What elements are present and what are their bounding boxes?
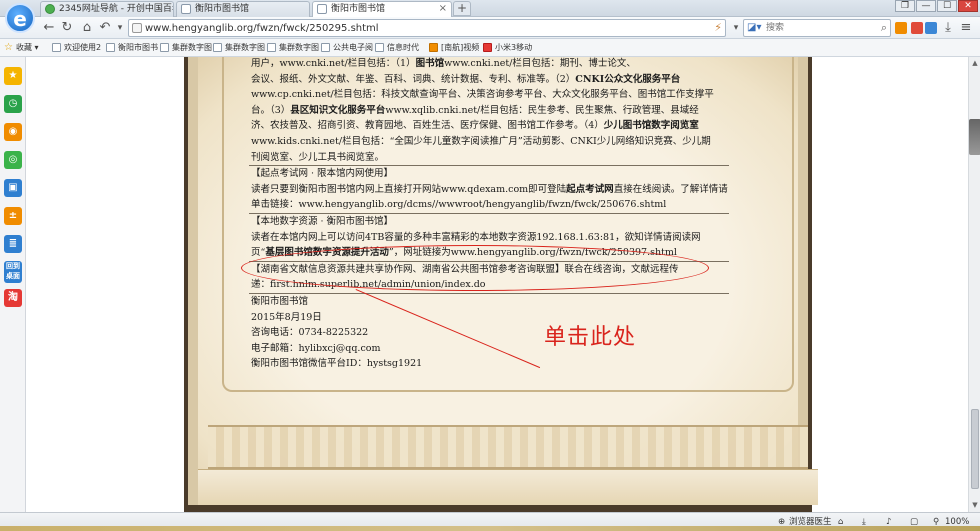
text-line: 刊阅览室、少儿工具书阅览室。 [251, 151, 385, 163]
signature-wechat: 衡阳市图书馆微信平台ID：hystsg1921 [251, 358, 423, 370]
bookmark-icon [375, 43, 384, 52]
search-box[interactable]: ◪▾ ⌕ [743, 19, 891, 37]
text-line: 读者在本馆内网上可以访问4TB容量的多种丰富精彩的本地数字资源192.168.1… [251, 231, 701, 243]
monitor-icon[interactable]: ▣ [4, 179, 22, 197]
left-sidebar: ★ ◷ ◉ ◎ ▣ ± ≣ 回到桌面 淘 [0, 57, 26, 512]
note-icon[interactable]: ≣ [4, 235, 22, 253]
bookmark-item[interactable]: 欢迎使用2 [52, 41, 101, 55]
bookmark-icon [52, 43, 61, 52]
bookmark-icon [106, 43, 115, 52]
tab-2345[interactable]: 2345网址导航 - 开创中国百年品 [40, 1, 174, 17]
scroll-up-icon[interactable]: ▲ [970, 58, 980, 68]
search-engine-icon[interactable]: ◪▾ [747, 22, 761, 33]
maximize-button[interactable]: ☐ [937, 0, 957, 12]
address-text: www.hengyanglib.org/fwzn/fwck/250295.sht… [145, 23, 379, 34]
refresh-icon[interactable]: ↻ [59, 20, 75, 36]
2345-favicon-icon [45, 4, 55, 14]
tab-strip: 2345网址导航 - 开创中国百年品 衡阳市图书馆 衡阳市图书馆 × + ❐ —… [0, 0, 980, 17]
lightning-icon[interactable]: ⚡ [714, 21, 722, 34]
tab-label: 2345网址导航 - 开创中国百年品 [59, 4, 173, 14]
text-line: 济、农技普及、招商引资、教育园地、百姓生活、医疗保健、图书馆工作参考。（4）少儿… [251, 120, 699, 132]
mi-icon [483, 43, 492, 52]
download-icon[interactable]: ⤓ [940, 20, 956, 36]
article-content: 用户，www.cnki.net/栏目包括：（1）图书馆www.cnki.net/… [249, 57, 729, 372]
section-heading: 【本地数字资源 · 衡阳市图书馆】 [251, 215, 394, 227]
frame-base [198, 469, 818, 505]
scroll-thumb[interactable] [971, 409, 979, 489]
restore-icon[interactable]: ❐ [895, 0, 915, 12]
qdexam-link[interactable]: 单击链接：www.hengyanglib.org/dcms//wwwroot/h… [251, 197, 726, 213]
tool-orange-icon[interactable] [895, 22, 907, 34]
tab-label: 衡阳市图书馆 [195, 4, 250, 14]
tool-blue-icon[interactable] [925, 22, 937, 34]
page-favicon-icon [181, 4, 191, 14]
bookmark-item[interactable]: 公共电子阅 [321, 41, 373, 55]
tab-hengyanglib-active[interactable]: 衡阳市图书馆 × [312, 1, 452, 17]
wechat-icon[interactable]: ◎ [4, 151, 22, 169]
close-tab-icon[interactable]: × [439, 2, 447, 16]
bookmark-icon [267, 43, 276, 52]
bookmarks-bar: ☆ 收藏 ▾ 欢迎使用2 衡阳市图书 集群数字图 集群数字图 集群数字图 公共电子… [0, 39, 980, 57]
minimize-button[interactable]: — [916, 0, 936, 12]
bookmark-icon [213, 43, 222, 52]
bookmark-item[interactable]: 小米3移动 [483, 41, 532, 55]
page-favicon-icon [317, 4, 327, 14]
search-icon[interactable]: ⌕ [881, 21, 887, 35]
text-line: 用户，www.cnki.net/栏目包括：（1）图书馆www.cnki.net/… [251, 58, 636, 69]
star-icon: ☆ [4, 42, 13, 53]
tab-hengyanglib-1[interactable]: 衡阳市图书馆 [176, 1, 310, 17]
os-taskbar [0, 526, 980, 531]
signature-phone: 咨询电话：0734-8225322 [251, 327, 369, 339]
text-line: www.cp.cnki.net/栏目包括：科技文献查询平台、决策咨询参考平台、大… [251, 89, 714, 101]
page-icon [132, 23, 142, 33]
bookmark-item[interactable]: 集群数字图 [267, 41, 319, 55]
home-icon[interactable]: ⌂ [79, 20, 95, 36]
section-heading: 【起点考试网 · 限本馆内网使用】 [251, 168, 394, 180]
address-bar[interactable]: www.hengyanglib.org/fwzn/fwck/250295.sht… [128, 19, 726, 37]
tab-label: 衡阳市图书馆 [331, 4, 386, 14]
clock-icon[interactable]: ◷ [4, 95, 22, 113]
nav-bar: ← ↻ ⌂ ↶ ▾ www.hengyanglib.org/fwzn/fwck/… [0, 17, 980, 39]
bookmark-favorites[interactable]: ☆ 收藏 ▾ [4, 41, 39, 55]
signature-date: 2015年8月19日 [251, 311, 322, 323]
bookmark-item[interactable]: 集群数字图 [213, 41, 265, 55]
tool-red-icon[interactable] [911, 22, 923, 34]
address-dropdown-icon[interactable]: ▾ [728, 20, 744, 36]
back-arrow-icon[interactable]: ← [41, 20, 57, 36]
weibo-icon[interactable]: ◉ [4, 123, 22, 141]
calculator-icon[interactable]: ± [4, 207, 22, 225]
vertical-scrollbar[interactable]: ▲ ▼ [968, 57, 980, 512]
annotation-ellipse [241, 245, 709, 291]
text-line: 会议、报纸、外文文献、年鉴、百科、词典、统计数据、专利、标准等。（2）CNKI公… [251, 73, 681, 85]
desktop-icon[interactable]: 回到桌面 [4, 261, 22, 283]
side-scroll-marker [969, 119, 980, 155]
video-icon [429, 43, 438, 52]
frame-ornament [208, 425, 808, 469]
text-line: www.kids.cnki.net/栏目包括：“全国少年儿童数字阅读推广月”活动… [251, 135, 711, 147]
bookmark-item[interactable]: [南航]视频 [429, 41, 479, 55]
close-window-button[interactable]: ✕ [958, 0, 978, 12]
page-viewport: 用户，www.cnki.net/栏目包括：（1）图书馆www.cnki.net/… [26, 57, 968, 512]
bookmark-icon [321, 43, 330, 52]
search-input[interactable] [766, 21, 870, 35]
taobao-icon[interactable]: 淘 [4, 289, 22, 307]
signature-email: 电子邮箱：hylibxcj@qq.com [251, 342, 381, 354]
star-icon[interactable]: ★ [4, 67, 22, 85]
new-tab-button[interactable]: + [453, 1, 471, 16]
annotation-text: 单击此处 [544, 325, 637, 350]
browser-logo-icon[interactable]: e [5, 3, 35, 33]
scroll-down-icon[interactable]: ▼ [970, 500, 980, 510]
menu-icon[interactable]: ≡ [958, 20, 974, 36]
bookmark-item[interactable]: 集群数字图 [160, 41, 212, 55]
text-line: 读者只要到衡阳市图书馆内网上直接打开网站www.qdexam.com即可登陆起点… [251, 183, 728, 195]
undo-icon[interactable]: ↶ [97, 20, 113, 36]
bookmark-icon [160, 43, 169, 52]
text-line: 台。（3）县区知识文化服务平台www.xqlib.cnki.net/栏目包括：民… [251, 104, 699, 116]
bookmark-item[interactable]: 信息时代 [375, 41, 419, 55]
bookmark-item[interactable]: 衡阳市图书 [106, 41, 158, 55]
dropdown-chevron-icon[interactable]: ▾ [112, 20, 128, 36]
signature-org: 衡阳市图书馆 [251, 295, 309, 307]
